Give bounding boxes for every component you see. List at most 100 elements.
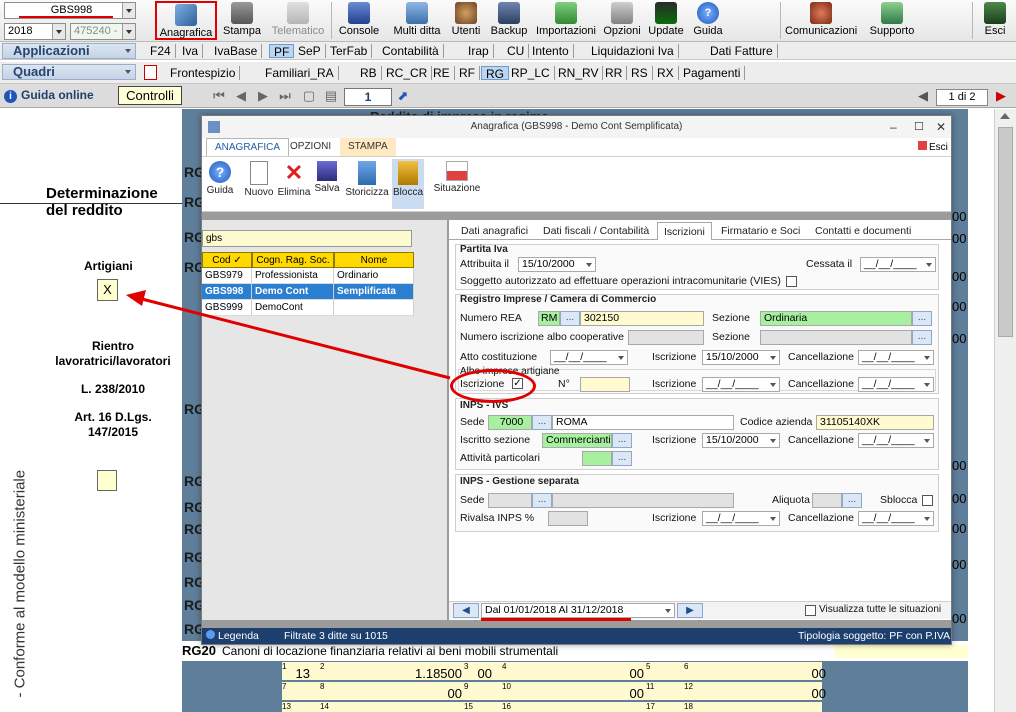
sezione2-lookup-button[interactable]: ... xyxy=(912,330,932,345)
anagrafica-button[interactable]: Anagrafica xyxy=(155,1,217,40)
tab-stampa[interactable]: STAMPA xyxy=(340,138,396,156)
grid-cell-value[interactable]: 00 xyxy=(522,666,644,681)
rea-lookup-button[interactable]: ... xyxy=(560,311,580,326)
situazione-button[interactable]: Situazione xyxy=(430,159,484,209)
grid-cell-value[interactable]: 00 xyxy=(522,686,644,701)
inps-sede-name-field[interactable]: ROMA xyxy=(552,415,734,430)
col-header-rag[interactable]: Cogn. Rag. Soc. xyxy=(252,252,334,268)
stampa-button[interactable]: Stampa xyxy=(220,1,264,40)
esci-button[interactable]: Esci xyxy=(978,1,1012,40)
company-number-select[interactable]: 475240 - xyxy=(70,23,136,40)
quadro-item-frontespizio[interactable]: Frontespizio xyxy=(166,66,241,80)
rivalsa-field[interactable] xyxy=(548,511,588,526)
gestione-sede-lookup-button[interactable]: ... xyxy=(532,493,552,508)
quadro-item-rx[interactable]: RX xyxy=(653,66,679,80)
tab-contatti[interactable]: Contatti e documenti xyxy=(809,222,917,240)
rg20-value-field[interactable] xyxy=(835,645,968,658)
tab-opzioni[interactable]: OPZIONI xyxy=(282,138,339,156)
menu-item-ivabase[interactable]: IvaBase xyxy=(210,44,263,58)
menu-item-liquidazioni-iva[interactable]: Liquidazioni Iva xyxy=(587,44,679,58)
sblocca-checkbox[interactable] xyxy=(922,495,933,506)
menu-item-irap[interactable]: Irap xyxy=(464,44,494,58)
albo-coop-field[interactable] xyxy=(628,330,704,345)
quadro-item-rr[interactable]: RR xyxy=(601,66,628,80)
quadro-item-rf[interactable]: RF xyxy=(455,66,480,80)
quadro-item-rb[interactable]: RB xyxy=(356,66,382,80)
rientro-checkbox[interactable] xyxy=(97,470,117,491)
iscritto-sezione-lookup-button[interactable]: ... xyxy=(612,433,632,448)
cessata-date-field[interactable]: __/__/____ xyxy=(860,257,936,272)
albo-numero-field[interactable] xyxy=(580,377,630,392)
list-cell-rag[interactable]: Professionista xyxy=(252,268,334,284)
menu-item-intento[interactable]: Intento xyxy=(528,44,574,58)
backup-button[interactable]: Backup xyxy=(488,1,530,40)
col-header-cod[interactable]: Cod ✓ xyxy=(202,252,252,268)
col-header-nome[interactable]: Nome xyxy=(334,252,414,268)
console-button[interactable]: Console xyxy=(336,1,382,40)
grid-cell-value[interactable]: 00 xyxy=(340,686,462,701)
tab-dati-fiscali[interactable]: Dati fiscali / Contabilità xyxy=(537,222,655,240)
artigiani-checkbox[interactable]: X xyxy=(97,279,118,301)
prev-page-icon[interactable]: ◀ xyxy=(234,89,248,103)
menu-item-pf[interactable]: PF xyxy=(269,44,295,59)
minimize-icon[interactable]: – xyxy=(890,116,897,138)
grid-cell-value[interactable]: 00 xyxy=(704,666,826,681)
menu-item-dati-fatture[interactable]: Dati Fatture xyxy=(706,44,778,58)
sezione-lookup-button[interactable]: ... xyxy=(912,311,932,326)
page-view-icon[interactable]: ▢ xyxy=(302,89,316,103)
grid-cell-value[interactable]: 13 xyxy=(282,666,310,681)
period-select[interactable]: Dal 01/01/2018 Al 31/12/2018 xyxy=(481,603,675,618)
visualizza-checkbox[interactable] xyxy=(805,605,816,616)
sezione-field[interactable]: Ordinaria xyxy=(760,311,912,326)
applicazioni-select[interactable]: Applicazioni xyxy=(2,43,136,59)
list-cell-nome[interactable]: Ordinario xyxy=(334,268,414,284)
menu-item-cu[interactable]: CU xyxy=(503,44,530,58)
company-code-select[interactable]: GBS998 xyxy=(4,2,136,19)
gestione-cancellazione-field[interactable]: __/__/____ xyxy=(858,511,934,526)
registro-cancellazione-field[interactable]: __/__/____ xyxy=(858,350,934,365)
elimina-button[interactable]: ✕ Elimina xyxy=(276,159,312,209)
atto-date-field[interactable]: __/__/____ xyxy=(550,350,628,365)
first-page-icon[interactable]: ⏮ xyxy=(212,89,226,103)
attivita-particolari-field[interactable] xyxy=(582,451,612,466)
list-cell-cod[interactable]: GBS979 xyxy=(202,268,252,284)
chevron-down-icon[interactable] xyxy=(122,3,135,18)
quadro-item-re[interactable]: RE xyxy=(429,66,455,80)
quadro-item-familiari-ra[interactable]: Familiari_RA xyxy=(261,66,339,80)
guida-ribbon-button[interactable]: ? Guida xyxy=(204,159,236,209)
attribuita-date-field[interactable]: 15/10/2000 xyxy=(518,257,596,272)
prev-page-arrow-icon[interactable]: ◀ xyxy=(916,89,930,103)
company-search-input[interactable]: gbs xyxy=(202,230,412,247)
utenti-button[interactable]: Utenti xyxy=(448,1,484,40)
aliquota-field[interactable] xyxy=(812,493,842,508)
tab-firmatario[interactable]: Firmatario e Soci xyxy=(715,222,806,240)
gestione-sede-name-field[interactable] xyxy=(552,493,734,508)
multi-ditta-button[interactable]: Multi ditta xyxy=(390,1,444,40)
tab-iscrizioni[interactable]: Iscrizioni xyxy=(657,222,712,240)
gestione-iscrizione-field[interactable]: __/__/____ xyxy=(702,511,780,526)
inps-iscrizione-field[interactable]: 15/10/2000 xyxy=(702,433,780,448)
inps-cancellazione-field[interactable]: __/__/____ xyxy=(858,433,934,448)
codice-azienda-field[interactable]: 31105140XK xyxy=(816,415,934,430)
grid-cell-value[interactable]: 00 xyxy=(704,686,826,701)
chevron-down-icon[interactable] xyxy=(122,24,135,39)
menu-item-contabilit-[interactable]: Contabilità xyxy=(378,44,444,58)
registro-iscrizione-field[interactable]: 15/10/2000 xyxy=(702,350,780,365)
guida-online-link[interactable]: i Guida online xyxy=(4,88,94,104)
pdf-icon[interactable] xyxy=(144,65,157,80)
sezione2-field[interactable] xyxy=(760,330,912,345)
grid-cell-value[interactable]: 1.18500 xyxy=(340,666,462,681)
vies-checkbox[interactable] xyxy=(786,276,797,287)
document-scrollbar[interactable] xyxy=(994,109,1016,712)
next-page-arrow-icon[interactable]: ▶ xyxy=(994,89,1008,103)
menu-item-f24[interactable]: F24 xyxy=(146,44,176,58)
quadro-item-pagamenti[interactable]: Pagamenti xyxy=(679,66,746,80)
quadro-item-rc-cr[interactable]: RC_CR xyxy=(382,66,433,80)
salva-button[interactable]: Salva xyxy=(312,159,342,209)
storicizza-button[interactable]: Storicizza xyxy=(344,159,390,209)
guida-button[interactable]: ? Guida xyxy=(690,1,726,40)
quadro-item-rp-lc[interactable]: RP_LC xyxy=(507,66,555,80)
albo-iscrizione2-field[interactable]: __/__/____ xyxy=(702,377,780,392)
blocca-button[interactable]: Blocca xyxy=(392,159,424,209)
supporto-button[interactable]: Supporto xyxy=(866,1,918,40)
